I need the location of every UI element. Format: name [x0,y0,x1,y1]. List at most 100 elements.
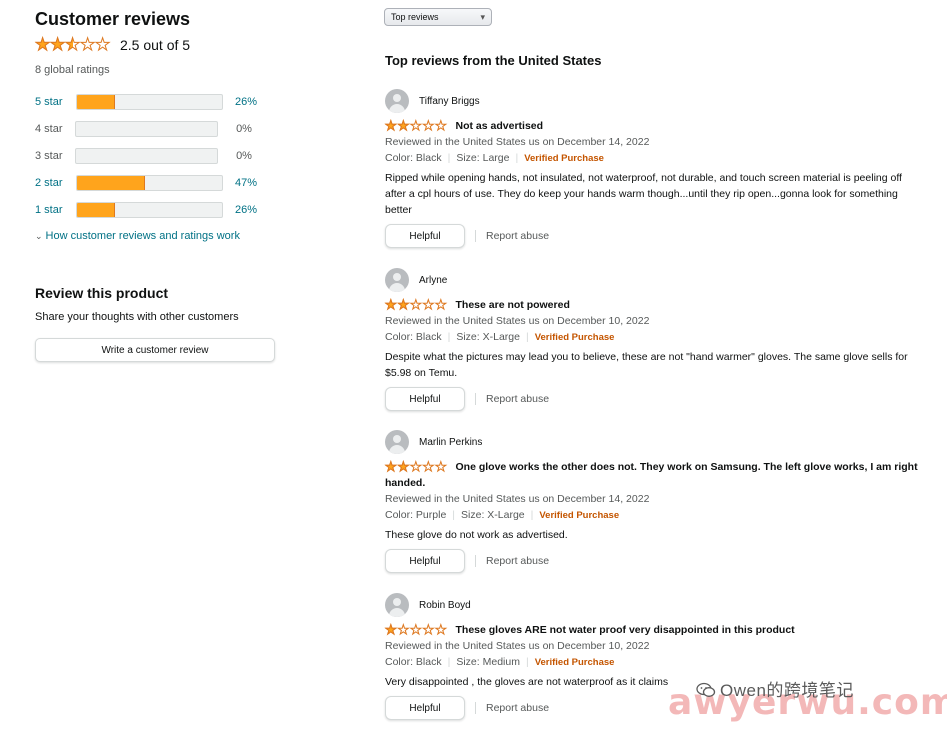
review-variant-info: Color: Black | Size: X-Large | Verified Purc… [385,331,615,343]
histogram-percent: 0% [236,122,252,135]
report-abuse-link[interactable]: Report abuse [486,702,549,714]
reviewer-name[interactable]: Arlyne [419,275,447,286]
review-item: Tiffany Briggs ★★★★★★★★★★ Not as advertis… [385,89,925,248]
star-icon: ★★ [435,118,448,133]
watermark-wechat: Owen的跨境笔记 [696,676,854,701]
variant-color[interactable]: Color: Black [385,152,442,164]
write-review-button[interactable]: Write a customer review [35,338,275,362]
star-icon: ★★ [410,622,423,637]
review-item: Arlyne ★★★★★★★★★★ These are not powered R… [385,268,925,411]
review-star-rating[interactable]: ★★★★★★★★★★ [385,459,448,474]
star-icon: ★★ [422,118,435,133]
histogram-row-1-star[interactable]: 1 star 26% [35,196,275,223]
report-abuse-link[interactable]: Report abuse [486,555,549,567]
avatar-icon [385,268,409,292]
variant-color[interactable]: Color: Purple [385,509,446,521]
variant-color[interactable]: Color: Black [385,656,442,668]
review-date: Reviewed in the United States us on Dece… [385,640,650,652]
reviewer-profile[interactable]: Robin Boyd [385,593,925,617]
reviews-section-heading: Top reviews from the United States [385,53,602,68]
variant-size[interactable]: Size: X-Large [461,509,525,521]
histogram-bar[interactable] [76,201,223,218]
review-body: These glove do not work as advertised. [385,529,568,541]
review-actions: Helpful Report abuse [385,387,925,411]
review-title-row: ★★★★★★★★★★ These are not powered [385,297,925,313]
reviewer-profile[interactable]: Arlyne [385,268,925,292]
helpful-button[interactable]: Helpful [385,224,465,248]
helpful-button[interactable]: Helpful [385,387,465,411]
histogram-bar-fill [77,202,115,217]
review-title[interactable]: One glove works the other does not. They… [385,461,918,489]
star-icon: ★★ [422,459,435,474]
histogram-row-5-star[interactable]: 5 star 26% [35,88,275,115]
histogram-percent: 0% [236,149,252,162]
histogram-label[interactable]: 5 star [35,96,76,108]
star-icon: ★★ [410,118,423,133]
reviewer-profile[interactable]: Marlin Perkins [385,430,925,454]
sort-dropdown-value: Top reviews [391,12,439,22]
review-title-row: ★★★★★★★★★★ Not as advertised [385,118,925,134]
variant-size[interactable]: Size: Large [456,152,509,164]
review-title[interactable]: These are not powered [456,299,570,311]
helpful-button[interactable]: Helpful [385,696,465,720]
histogram-percent[interactable]: 26% [235,96,275,108]
histogram-bar [74,120,219,137]
average-rating-text: 2.5 out of 5 [120,36,191,53]
review-star-rating[interactable]: ★★★★★★★★★★ [385,118,448,133]
histogram-bar-fill [77,94,115,109]
star-icon: ★★ [64,35,81,54]
review-this-product-heading: Review this product [35,285,169,301]
review-star-rating[interactable]: ★★★★★★★★★★ [385,622,448,637]
histogram-percent[interactable]: 26% [235,204,275,216]
star-icon: ★★ [410,297,423,312]
histogram-bar[interactable] [76,174,223,191]
avatar-icon [385,430,409,454]
verified-purchase-badge: Verified Purchase [534,657,615,668]
review-title-row: ★★★★★★★★★★ These gloves ARE not water pro… [385,622,925,638]
review-title[interactable]: Not as advertised [456,120,544,132]
histogram-label[interactable]: 2 star [35,177,76,189]
report-abuse-link[interactable]: Report abuse [486,230,549,242]
review-this-product-subtitle: Share your thoughts with other customers [35,311,239,323]
reviewer-name[interactable]: Robin Boyd [419,600,471,611]
star-icon: ★★ [79,35,96,54]
review-variant-info: Color: Black | Size: Large | Verified Purcha… [385,152,604,164]
average-star-rating: ★★★★★★★★★★ [34,35,111,54]
histogram-label[interactable]: 1 star [35,204,76,216]
report-abuse-link[interactable]: Report abuse [486,393,549,405]
review-star-rating[interactable]: ★★★★★★★★★★ [385,297,448,312]
variant-size[interactable]: Size: X-Large [456,331,520,343]
variant-size[interactable]: Size: Medium [456,656,520,668]
star-icon: ★★ [435,459,448,474]
star-icon: ★★ [422,622,435,637]
reviewer-name[interactable]: Marlin Perkins [419,437,482,448]
review-body: Ripped while opening hands, not insulate… [385,172,902,216]
histogram-label: 3 star [35,149,63,162]
histogram-percent[interactable]: 47% [235,177,275,189]
reviewer-profile[interactable]: Tiffany Briggs [385,89,925,113]
review-actions: Helpful Report abuse [385,224,925,248]
review-variant-info: Color: Purple | Size: X-Large | Verified Pur… [385,509,620,521]
review-body: Despite what the pictures may lead you t… [385,351,908,379]
star-icon: ★★ [94,35,111,54]
how-reviews-work-link[interactable]: ⌄ How customer reviews and ratings work [35,230,240,242]
rating-histogram: 5 star 26% 4 star 0% 3 star 0% 2 star 47… [35,88,275,223]
star-icon: ★★ [397,622,410,637]
chevron-down-icon: ▾ [480,12,485,22]
histogram-row-3-star: 3 star 0% [35,142,275,169]
helpful-button[interactable]: Helpful [385,549,465,573]
histogram-row-2-star[interactable]: 2 star 47% [35,169,275,196]
star-icon: ★★ [397,297,410,312]
review-title[interactable]: These gloves ARE not water proof very di… [456,624,795,636]
star-icon: ★★ [34,35,51,54]
histogram-label: 4 star [35,122,63,135]
review-date: Reviewed in the United States us on Dece… [385,136,650,148]
histogram-bar[interactable] [76,93,223,110]
average-rating-row: ★★★★★★★★★★ 2.5 out of 5 [34,35,191,54]
variant-color[interactable]: Color: Black [385,331,442,343]
reviewer-name[interactable]: Tiffany Briggs [419,96,480,107]
sort-dropdown[interactable]: Top reviews ▾ [384,8,492,26]
verified-purchase-badge: Verified Purchase [534,332,615,343]
divider [475,393,476,405]
histogram-bar [74,147,219,164]
